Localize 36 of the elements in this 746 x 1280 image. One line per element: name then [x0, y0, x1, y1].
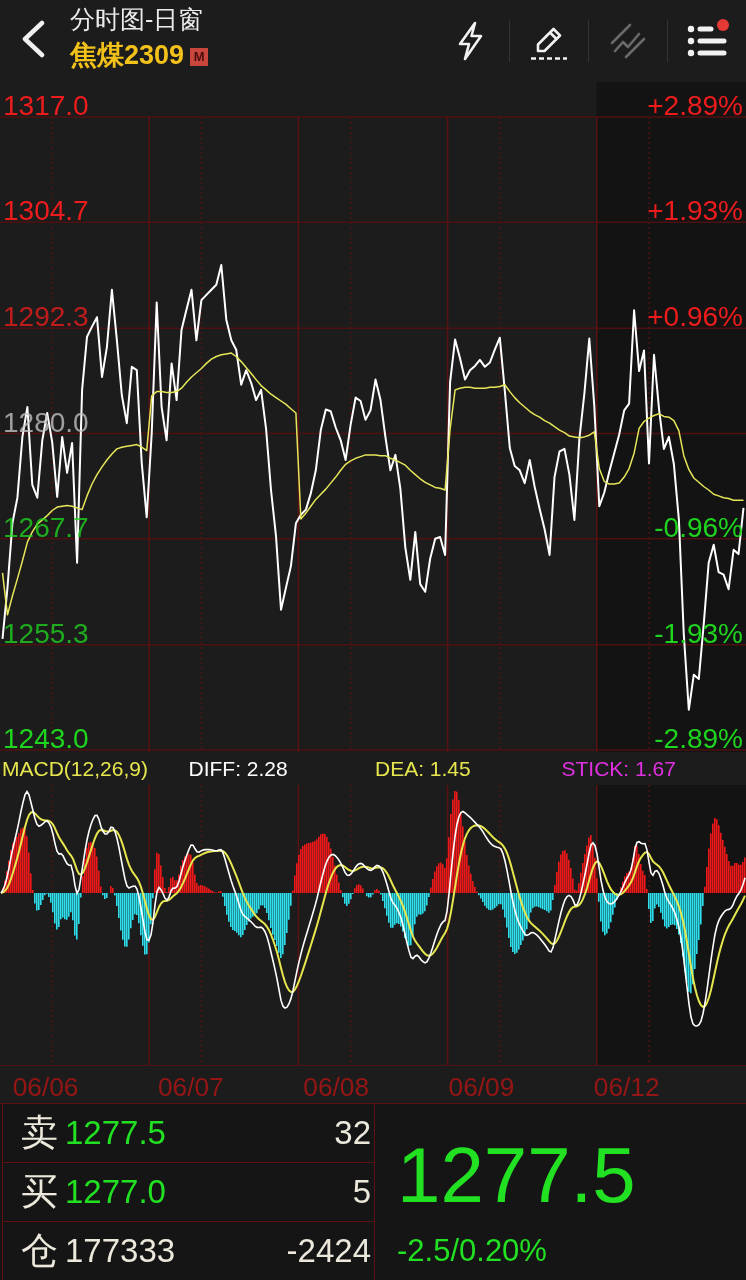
row-label: 仓: [21, 1229, 59, 1273]
macd-reading: DIFF: 2.28: [187, 756, 288, 781]
contract-name: 焦煤2309: [70, 39, 185, 72]
row-label: 买: [21, 1170, 59, 1214]
price-axis-label: 1304.7: [3, 195, 89, 227]
date-label: 06/12: [593, 1072, 660, 1103]
row-amount: -2424: [286, 1232, 371, 1270]
percent-axis-label: +0.96%: [647, 301, 743, 333]
percent-axis-label: +1.93%: [647, 195, 743, 227]
date-label: 06/06: [12, 1072, 79, 1103]
page-title: 分时图-日窗: [70, 4, 204, 34]
macd-title: MACD(12,26,9): [1, 756, 148, 781]
macd-reading: DEA: 1.45: [374, 756, 471, 781]
price-axis-label: 1255.3: [3, 617, 89, 649]
row-label: 卖: [21, 1111, 59, 1155]
market-badge: M: [190, 48, 209, 66]
row-value: 177333: [65, 1232, 177, 1270]
lightning-icon: [456, 21, 484, 61]
chevron-left-icon: [20, 20, 46, 58]
price-axis-label: 1317.0: [3, 90, 89, 121]
row-value: 1277.0: [65, 1173, 167, 1211]
price-axis-label: 1243.0: [3, 723, 89, 752]
last-price: 1277.5: [397, 1136, 636, 1214]
price-axis-label: 1292.3: [3, 301, 89, 333]
percent-axis-label: -2.89%: [654, 723, 743, 752]
percent-axis-label: +2.89%: [647, 90, 743, 121]
list-icon: [687, 24, 727, 58]
date-label: 06/08: [303, 1072, 369, 1103]
macd-reading: STICK: 1.67: [560, 756, 676, 781]
line-chart-icon: [608, 21, 648, 61]
row-value: 1277.5: [65, 1114, 167, 1152]
date-label: 06/09: [448, 1072, 515, 1103]
row-amount: 32: [334, 1114, 371, 1152]
date-label: 06/07: [158, 1072, 224, 1103]
row-amount: 5: [352, 1173, 371, 1211]
price-change: -2.5/0.20%: [397, 1233, 547, 1269]
